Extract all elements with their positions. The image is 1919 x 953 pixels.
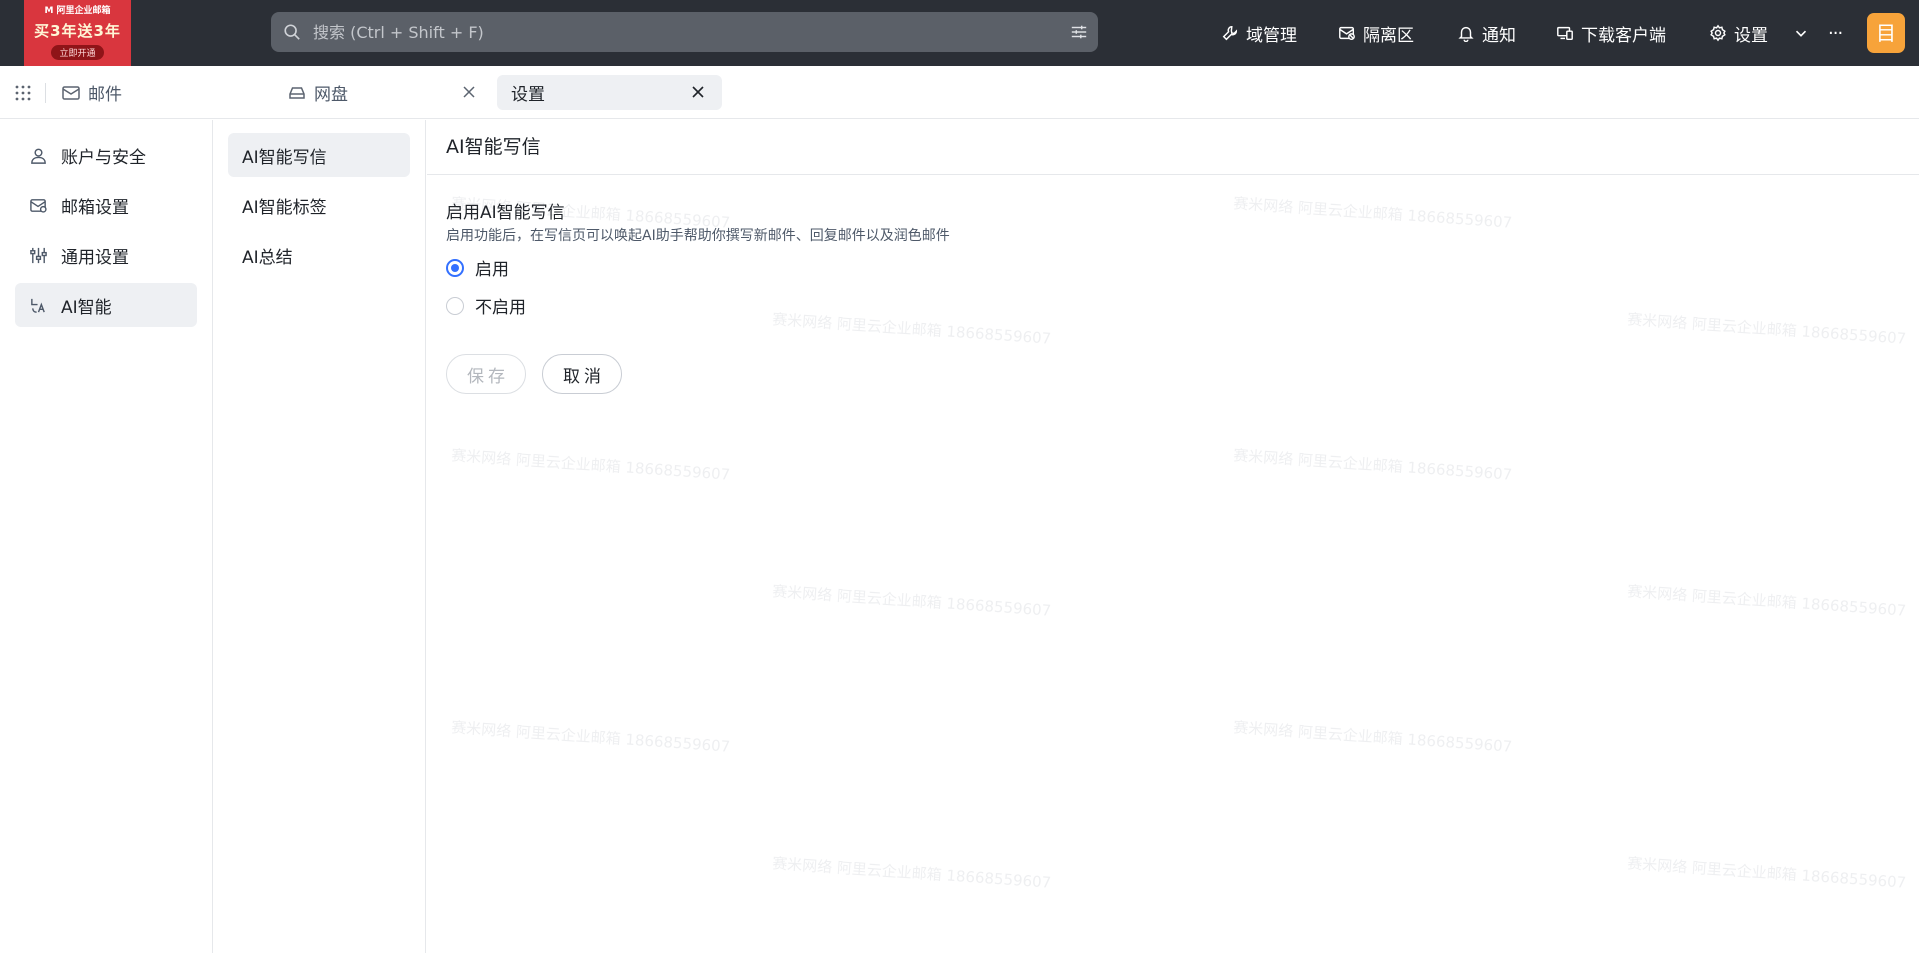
quarantine-label: 隔离区 xyxy=(1363,25,1414,46)
avatar[interactable]: 目 xyxy=(1867,13,1905,53)
tab-settings[interactable]: 设置 xyxy=(497,75,722,110)
sidebar-item-label: 账户与安全 xyxy=(61,147,146,168)
watermark: 赛米网络 阿里云企业邮箱 18668559607 xyxy=(1626,310,1907,348)
settings-dropdown[interactable] xyxy=(1792,0,1810,66)
download-client-button[interactable]: 下载客户端 xyxy=(1556,0,1666,66)
bell-icon xyxy=(1458,26,1474,42)
tab-bar: 邮件 网盘 设置 xyxy=(0,66,1919,119)
radio-enable[interactable]: 启用 xyxy=(446,255,509,280)
save-button[interactable]: 保存 xyxy=(446,354,526,394)
filter-icon[interactable] xyxy=(1070,23,1088,41)
radio-disable[interactable]: 不启用 xyxy=(446,293,526,318)
search-icon xyxy=(284,24,300,40)
watermark: 赛米网络 阿里云企业邮箱 18668559607 xyxy=(1232,718,1513,756)
radio-disable-label: 不启用 xyxy=(475,298,526,318)
watermark: 赛米网络 阿里云企业邮箱 18668559607 xyxy=(771,582,1052,620)
subnav-item-ai-tags[interactable]: AI智能标签 xyxy=(228,183,410,227)
close-icon[interactable] xyxy=(691,85,705,99)
subnav-item-ai-summary[interactable]: AI总结 xyxy=(228,233,410,277)
search-input[interactable] xyxy=(313,12,1033,52)
mail-settings-icon xyxy=(30,198,47,213)
sidebar-item-label: 通用设置 xyxy=(61,247,129,268)
tab-mail[interactable]: 邮件 xyxy=(61,75,261,110)
watermark: 赛米网络 阿里云企业邮箱 18668559607 xyxy=(1626,582,1907,620)
cloud-disk-icon xyxy=(289,86,305,99)
tab-divider xyxy=(45,83,46,103)
close-icon[interactable] xyxy=(462,85,476,99)
user-icon xyxy=(31,148,46,164)
sidebar-item-mailbox-settings[interactable]: 邮箱设置 xyxy=(15,183,197,227)
divider xyxy=(427,174,1919,175)
promo-brand: M 阿里企业邮箱 xyxy=(44,6,111,16)
notification-button[interactable]: 通知 xyxy=(1457,0,1516,66)
promo-banner[interactable]: M 阿里企业邮箱 买3年送3年 立即开通 xyxy=(24,0,131,66)
chevron-down-icon xyxy=(1795,30,1807,37)
watermark: 赛米网络 阿里云企业邮箱 18668559607 xyxy=(1232,446,1513,484)
tab-mail-label: 邮件 xyxy=(88,85,122,105)
notification-label: 通知 xyxy=(1482,25,1516,46)
gear-icon xyxy=(1710,24,1726,42)
wrench-icon xyxy=(1222,25,1238,41)
download-client-label: 下载客户端 xyxy=(1581,25,1666,46)
devices-icon xyxy=(1557,26,1573,41)
sidebar-item-ai[interactable]: AI智能 xyxy=(15,283,197,327)
mail-icon xyxy=(62,85,80,100)
watermark: 赛米网络 阿里云企业邮箱 18668559607 xyxy=(771,310,1052,348)
section-description: 启用功能后，在写信页可以唤起AI助手帮助你撰写新邮件、回复邮件以及润色邮件 xyxy=(446,228,950,244)
settings-sidebar: 账户与安全 邮箱设置 通用设置 AI智能 xyxy=(0,120,213,953)
watermark: 赛米网络 阿里云企业邮箱 18668559607 xyxy=(1626,854,1907,892)
main-content: 赛米网络 阿里云企业邮箱 18668559607 赛米网络 阿里云企业邮箱 18… xyxy=(427,120,1919,953)
section-title: 启用AI智能写信 xyxy=(446,203,565,223)
more-icon: ··· xyxy=(1828,22,1843,44)
tab-disk-label: 网盘 xyxy=(314,85,348,105)
watermark: 赛米网络 阿里云企业邮箱 18668559607 xyxy=(1232,194,1513,232)
apps-grid-icon[interactable] xyxy=(14,84,32,102)
sidebar-item-account-security[interactable]: 账户与安全 xyxy=(15,133,197,177)
sidebar-item-label: AI智能 xyxy=(61,297,112,318)
subnav-item-ai-writing[interactable]: AI智能写信 xyxy=(228,133,410,177)
domain-management-label: 域管理 xyxy=(1246,25,1297,46)
watermark: 赛米网络 阿里云企业邮箱 18668559607 xyxy=(450,446,731,484)
radio-unchecked-icon[interactable] xyxy=(446,296,464,315)
more-button[interactable]: ··· xyxy=(1828,0,1843,66)
tab-disk[interactable]: 网盘 xyxy=(287,75,493,110)
watermark: 赛米网络 阿里云企业邮箱 18668559607 xyxy=(771,854,1052,892)
quarantine-mail-icon xyxy=(1339,26,1355,41)
sidebar-item-label: 邮箱设置 xyxy=(61,197,129,218)
tab-settings-label: 设置 xyxy=(511,85,545,105)
domain-management-button[interactable]: 域管理 xyxy=(1221,0,1297,66)
watermark: 赛米网络 阿里云企业邮箱 18668559607 xyxy=(450,718,731,756)
settings-label: 设置 xyxy=(1734,25,1768,46)
radio-checked-icon[interactable] xyxy=(446,258,464,277)
ai-translate-icon xyxy=(31,298,45,313)
cancel-button[interactable]: 取消 xyxy=(542,354,622,394)
page-title: AI智能写信 xyxy=(446,136,541,158)
top-bar: M 阿里企业邮箱 买3年送3年 立即开通 域管理 隔离区 通知 下载客户端 设置… xyxy=(0,0,1919,66)
quarantine-button[interactable]: 隔离区 xyxy=(1338,0,1414,66)
radio-enable-label: 启用 xyxy=(475,260,509,280)
sidebar-item-general-settings[interactable]: 通用设置 xyxy=(15,233,197,277)
ai-subnav: AI智能写信 AI智能标签 AI总结 xyxy=(213,120,426,953)
sliders-icon xyxy=(30,247,47,263)
search-bar[interactable] xyxy=(271,12,1098,52)
settings-button[interactable]: 设置 xyxy=(1709,0,1768,66)
promo-headline: 买3年送3年 xyxy=(34,22,121,40)
promo-cta[interactable]: 立即开通 xyxy=(51,45,104,60)
